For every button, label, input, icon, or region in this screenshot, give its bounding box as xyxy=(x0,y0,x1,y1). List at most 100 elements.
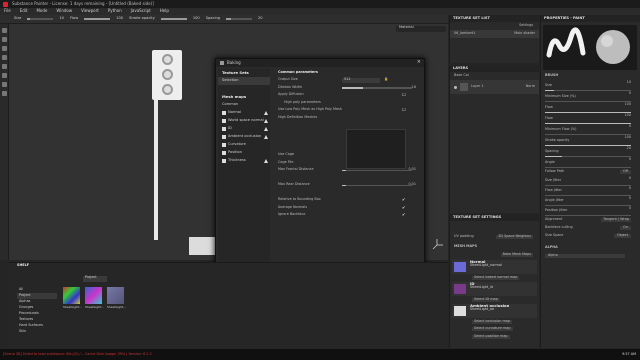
shelf-thumbnail[interactable] xyxy=(107,287,124,304)
layer-row[interactable]: Layer 1 Norm xyxy=(450,80,539,94)
checkbox-icon[interactable] xyxy=(222,159,226,163)
alignment-select[interactable]: Tangent | Wrap xyxy=(601,217,631,222)
param-value[interactable]: 16 xyxy=(412,85,416,90)
mesh-map-entry: Normal SheetLight_normal xyxy=(452,259,537,274)
shelf-category[interactable]: Skin xyxy=(17,329,57,335)
menu-item-mode[interactable]: Mode xyxy=(36,8,47,13)
backface-toggle[interactable]: On xyxy=(620,225,631,230)
blend-mode[interactable]: Norm xyxy=(526,84,535,89)
checkbox-icon[interactable] xyxy=(222,143,226,147)
follow-path-toggle[interactable]: Off xyxy=(619,169,631,174)
common-item[interactable]: Common xyxy=(218,101,270,109)
checkbox-icon[interactable]: ☐ xyxy=(402,107,406,112)
smudge-tool-icon[interactable] xyxy=(2,64,7,69)
checked-icon[interactable]: ✔ xyxy=(402,205,405,210)
flow-value[interactable]: 100 xyxy=(116,16,123,21)
map-item[interactable]: Curvature xyxy=(218,141,270,149)
shelf-thumbnail[interactable] xyxy=(63,287,80,304)
menu-item-viewport[interactable]: Viewport xyxy=(81,8,99,13)
flow-slider[interactable] xyxy=(84,18,111,20)
eraser-tool-icon[interactable] xyxy=(2,37,7,42)
menu-item-python[interactable]: Python xyxy=(108,8,122,13)
size-slider[interactable] xyxy=(27,18,54,20)
eye-icon[interactable] xyxy=(454,85,457,89)
map-item[interactable]: World space normal xyxy=(218,117,270,125)
layer-thumbnail xyxy=(460,83,468,91)
map-item[interactable]: Thickness xyxy=(218,157,270,165)
projection-tool-icon[interactable] xyxy=(2,46,7,51)
bake-icon[interactable] xyxy=(2,91,7,96)
alpha-select[interactable]: Alpha xyxy=(545,253,625,258)
opacity-value[interactable]: 100 xyxy=(193,16,200,21)
param-slider[interactable] xyxy=(342,184,412,186)
select-map-button[interactable]: Select ID map xyxy=(472,297,500,302)
property-value[interactable]: 100 xyxy=(625,135,631,140)
channel-select[interactable]: Base Col xyxy=(454,73,469,78)
property-value[interactable]: 0 xyxy=(629,124,631,129)
size-space-select[interactable]: Object xyxy=(613,233,631,238)
shelf-thumbnail[interactable] xyxy=(85,287,102,304)
property-value[interactable]: 100 xyxy=(625,113,631,118)
property-value[interactable]: 0 xyxy=(629,91,631,96)
checked-icon[interactable]: ✔ xyxy=(402,212,405,217)
property-value[interactable]: 20 xyxy=(627,146,631,151)
map-select-button[interactable]: Select baked normal map xyxy=(450,275,539,281)
menu-item-window[interactable]: Window xyxy=(56,8,72,13)
map-item[interactable]: Normal xyxy=(218,109,270,117)
menu-item-javascript[interactable]: JavaScript xyxy=(131,8,151,13)
selection-item[interactable]: Selection xyxy=(218,77,270,85)
property-label: Minimum Flow (%) xyxy=(545,126,577,131)
checkbox-icon[interactable] xyxy=(222,111,226,115)
spacing-value[interactable]: 20 xyxy=(258,16,263,21)
map-item[interactable]: Ambient occlusion xyxy=(218,133,270,141)
high-definition-meshes-box[interactable] xyxy=(346,129,406,169)
checkbox-icon[interactable] xyxy=(222,135,226,139)
output-size-select[interactable]: 512 xyxy=(342,77,380,83)
menu-item-file[interactable]: File xyxy=(4,8,11,13)
menu-item-help[interactable]: Help xyxy=(160,8,169,13)
shader-select[interactable]: Main shader xyxy=(514,31,535,36)
opacity-slider[interactable] xyxy=(160,18,187,20)
uv-padding-select[interactable]: 3D Space Neighbor xyxy=(496,234,533,239)
checked-icon[interactable]: ✔ xyxy=(402,197,405,202)
select-position-button[interactable]: Select position map xyxy=(472,334,510,339)
param-row: Ignore Backface ✔ xyxy=(272,212,422,220)
checkbox-icon[interactable]: ☐ xyxy=(402,92,406,97)
jitter-value[interactable]: 0 xyxy=(629,176,631,181)
paint-tool-icon[interactable] xyxy=(2,28,7,33)
param-slider[interactable] xyxy=(342,169,412,171)
size-value[interactable]: 10 xyxy=(59,16,64,21)
map-item[interactable]: Position xyxy=(218,149,270,157)
property-value[interactable]: 100 xyxy=(625,102,631,107)
param-slider[interactable] xyxy=(342,87,412,89)
warning-icon xyxy=(264,159,268,163)
material-picker-icon[interactable] xyxy=(2,82,7,87)
close-icon[interactable]: × xyxy=(417,60,421,66)
property-value[interactable]: 10 xyxy=(627,80,631,85)
settings-dropdown[interactable]: Settings xyxy=(519,23,533,28)
dialog-title: Baking xyxy=(227,59,241,65)
checkbox-icon[interactable] xyxy=(222,151,226,155)
select-map-button[interactable]: Select occlusion map xyxy=(472,319,512,324)
polygon-fill-icon[interactable] xyxy=(2,55,7,60)
map-item[interactable]: ID xyxy=(218,125,270,133)
lock-icon[interactable]: 🔒 xyxy=(384,78,388,82)
bake-mesh-maps-button[interactable]: Bake Mesh Maps xyxy=(500,252,533,257)
select-curvature-button[interactable]: Select curvature map xyxy=(472,326,513,331)
texture-set-item[interactable]: 06_lambert1 Main shader xyxy=(450,30,539,38)
clone-tool-icon[interactable] xyxy=(2,73,7,78)
clock-time: 9:57 AM xyxy=(622,351,636,356)
jitter-value[interactable]: 0 xyxy=(629,206,631,211)
param-value[interactable]: 0.01 xyxy=(408,183,416,187)
jitter-value[interactable]: 0 xyxy=(629,196,631,201)
jitter-value[interactable]: 0 xyxy=(629,186,631,191)
param-value[interactable]: 0.01 xyxy=(408,168,416,172)
checkbox-icon[interactable] xyxy=(222,119,226,123)
property-value[interactable]: 0 xyxy=(629,157,631,162)
menu-item-edit[interactable]: Edit xyxy=(20,8,28,13)
shelf-tab-project[interactable]: Project xyxy=(83,275,107,282)
select-map-button[interactable]: Select baked normal map xyxy=(472,275,520,280)
viewport-mode-select[interactable]: Material xyxy=(396,25,446,32)
checkbox-icon[interactable] xyxy=(222,127,226,131)
spacing-slider[interactable] xyxy=(226,18,253,20)
